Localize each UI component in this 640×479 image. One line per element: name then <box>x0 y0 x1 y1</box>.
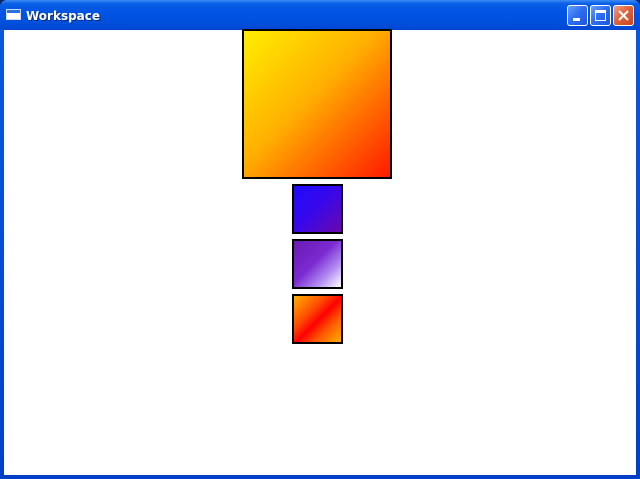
large-gradient-square <box>242 29 392 179</box>
purple-gradient-square <box>292 239 343 289</box>
app-window: Workspace <box>0 0 640 479</box>
workspace-canvas <box>4 29 636 475</box>
minimize-button[interactable] <box>567 5 588 26</box>
close-icon <box>618 10 629 21</box>
red-gradient-square <box>292 294 343 344</box>
maximize-icon <box>595 10 606 21</box>
minimize-icon <box>573 18 580 21</box>
maximize-button[interactable] <box>590 5 611 26</box>
title-bar[interactable]: Workspace <box>0 0 640 30</box>
close-button[interactable] <box>613 5 634 26</box>
blue-gradient-square <box>292 184 343 234</box>
window-icon[interactable] <box>6 9 21 20</box>
window-title: Workspace <box>26 9 101 23</box>
